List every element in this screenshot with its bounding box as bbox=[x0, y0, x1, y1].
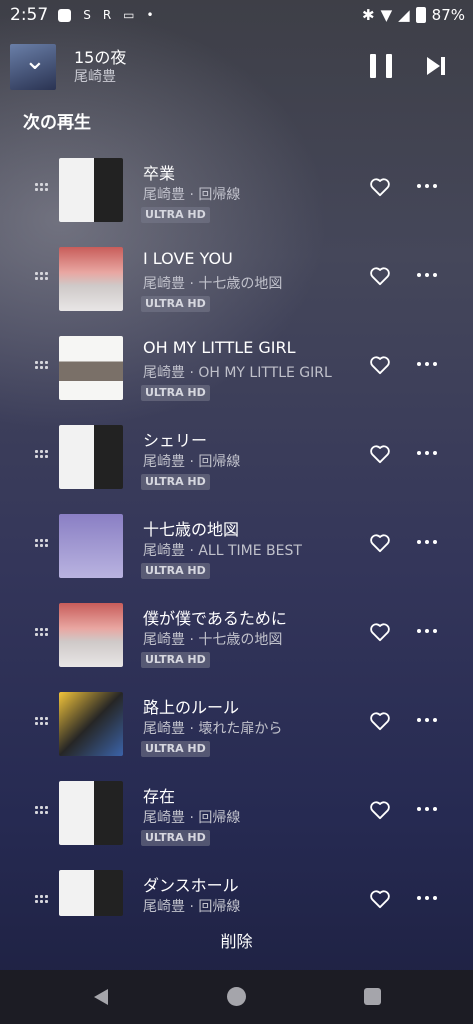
drag-handle-icon[interactable] bbox=[35, 539, 48, 547]
now-playing-artist: 尾崎豊 bbox=[74, 69, 116, 85]
signal-icon: ◢ bbox=[398, 6, 410, 24]
system-nav-bar bbox=[0, 970, 473, 1024]
pause-icon-bar bbox=[370, 54, 376, 78]
now-playing-album-art[interactable] bbox=[10, 44, 56, 90]
battery-percent: 87% bbox=[431, 6, 465, 24]
track-title: 十七歳の地図 bbox=[143, 520, 240, 539]
queue-row[interactable]: ダンスホール 尾崎豊 · 回帰線 bbox=[0, 858, 473, 922]
heart-icon[interactable] bbox=[369, 177, 391, 197]
status-bar: 2:57 S R ▭ • ✱ ▼ ◢ 87% bbox=[0, 0, 473, 30]
heart-icon[interactable] bbox=[369, 800, 391, 820]
album-art bbox=[59, 692, 123, 756]
queue-row[interactable]: 僕が僕であるために 尾崎豊 · 十七歳の地図 ULTRA HD bbox=[0, 591, 473, 679]
wifi-icon: ▼ bbox=[380, 6, 393, 24]
queue-row[interactable]: 十七歳の地図 尾崎豊 · ALL TIME BEST ULTRA HD bbox=[0, 502, 473, 590]
more-options-icon[interactable] bbox=[417, 184, 437, 190]
queue-row[interactable]: 卒業 尾崎豊 · 回帰線 ULTRA HD bbox=[0, 146, 473, 234]
status-time: 2:57 bbox=[10, 5, 49, 25]
heart-icon[interactable] bbox=[369, 533, 391, 553]
notification-card-icon: ▭ bbox=[123, 8, 135, 22]
battery-icon bbox=[415, 7, 426, 23]
queue-row[interactable]: 路上のルール 尾崎豊 · 壊れた扉から ULTRA HD bbox=[0, 680, 473, 768]
quality-badge: ULTRA HD bbox=[141, 652, 210, 668]
notification-app-icon bbox=[58, 8, 72, 22]
album-art bbox=[59, 247, 123, 311]
more-options-icon[interactable] bbox=[417, 540, 437, 546]
album-art bbox=[59, 603, 123, 667]
album-art bbox=[59, 514, 123, 578]
track-title: OH MY LITTLE GIRL bbox=[143, 338, 296, 357]
drag-handle-icon[interactable] bbox=[35, 361, 48, 369]
heart-icon[interactable] bbox=[369, 355, 391, 375]
notification-s-icon: S bbox=[83, 8, 91, 22]
track-title: I LOVE YOU bbox=[143, 249, 233, 268]
drag-handle-icon[interactable] bbox=[35, 450, 48, 458]
heart-icon[interactable] bbox=[369, 266, 391, 286]
heart-icon[interactable] bbox=[369, 889, 391, 909]
queue-row[interactable]: I LOVE YOU 尾崎豊 · 十七歳の地図 ULTRA HD bbox=[0, 235, 473, 323]
drag-handle-icon[interactable] bbox=[35, 628, 48, 636]
queue-row[interactable]: 存在 尾崎豊 · 回帰線 ULTRA HD bbox=[0, 769, 473, 857]
more-options-icon[interactable] bbox=[417, 896, 437, 902]
heart-icon[interactable] bbox=[369, 711, 391, 731]
more-options-icon[interactable] bbox=[417, 629, 437, 635]
pause-icon-bar bbox=[386, 54, 392, 78]
notification-dot-icon: • bbox=[146, 8, 154, 22]
more-options-icon[interactable] bbox=[417, 718, 437, 724]
drag-handle-icon[interactable] bbox=[35, 183, 48, 191]
now-playing-title: 15の夜 bbox=[74, 48, 127, 67]
track-title: シェリー bbox=[143, 431, 208, 450]
drag-handle-icon[interactable] bbox=[35, 895, 48, 903]
status-right: ✱ ▼ ◢ 87% bbox=[362, 0, 465, 30]
quality-badge: ULTRA HD bbox=[141, 830, 210, 846]
pause-button[interactable] bbox=[370, 54, 392, 78]
album-art bbox=[59, 425, 123, 489]
delete-button[interactable]: 削除 bbox=[0, 928, 473, 952]
recent-apps-icon[interactable] bbox=[364, 988, 381, 1005]
queue-row[interactable]: シェリー 尾崎豊 · 回帰線 ULTRA HD bbox=[0, 413, 473, 501]
track-title: 僕が僕であるために bbox=[143, 609, 287, 628]
track-subtitle: 尾崎豊 · 回帰線 bbox=[143, 810, 241, 826]
track-subtitle: 尾崎豊 · 回帰線 bbox=[143, 187, 241, 203]
quality-badge: ULTRA HD bbox=[141, 563, 210, 579]
track-subtitle: 尾崎豊 · 壊れた扉から bbox=[143, 721, 283, 737]
more-options-icon[interactable] bbox=[417, 451, 437, 457]
home-icon[interactable] bbox=[227, 987, 246, 1006]
back-icon[interactable] bbox=[91, 987, 111, 1007]
track-title: ダンスホール bbox=[143, 876, 239, 895]
drag-handle-icon[interactable] bbox=[35, 272, 48, 280]
track-subtitle: 尾崎豊 · 回帰線 bbox=[143, 899, 241, 915]
album-art bbox=[59, 781, 123, 845]
more-options-icon[interactable] bbox=[417, 273, 437, 279]
heart-icon[interactable] bbox=[369, 622, 391, 642]
album-art bbox=[59, 158, 123, 222]
track-subtitle: 尾崎豊 · ALL TIME BEST bbox=[143, 543, 302, 559]
album-art bbox=[59, 336, 123, 400]
quality-badge: ULTRA HD bbox=[141, 474, 210, 490]
notification-r-icon: R bbox=[102, 8, 112, 22]
now-playing-bar[interactable]: 15の夜 尾崎豊 bbox=[0, 36, 473, 100]
quality-badge: ULTRA HD bbox=[141, 385, 210, 401]
quality-badge: ULTRA HD bbox=[141, 741, 210, 757]
drag-handle-icon[interactable] bbox=[35, 717, 48, 725]
queue-row[interactable]: OH MY LITTLE GIRL 尾崎豊 · OH MY LITTLE GIR… bbox=[0, 324, 473, 412]
queue-heading: 次の再生 bbox=[23, 113, 91, 133]
track-subtitle: 尾崎豊 · 十七歳の地図 bbox=[143, 276, 283, 292]
track-subtitle: 尾崎豊 · OH MY LITTLE GIRL bbox=[143, 365, 332, 381]
track-title: 存在 bbox=[143, 787, 176, 806]
more-options-icon[interactable] bbox=[417, 807, 437, 813]
heart-icon[interactable] bbox=[369, 444, 391, 464]
notification-icons: S R ▭ • bbox=[58, 8, 154, 22]
album-art bbox=[59, 870, 123, 916]
more-options-icon[interactable] bbox=[417, 362, 437, 368]
skip-next-icon[interactable] bbox=[425, 54, 447, 78]
quality-badge: ULTRA HD bbox=[141, 296, 210, 312]
track-subtitle: 尾崎豊 · 十七歳の地図 bbox=[143, 632, 283, 648]
drag-handle-icon[interactable] bbox=[35, 806, 48, 814]
quality-badge: ULTRA HD bbox=[141, 207, 210, 223]
track-title: 路上のルール bbox=[143, 698, 240, 717]
bluetooth-icon: ✱ bbox=[361, 6, 375, 24]
track-title: 卒業 bbox=[143, 164, 176, 183]
track-subtitle: 尾崎豊 · 回帰線 bbox=[143, 454, 241, 470]
